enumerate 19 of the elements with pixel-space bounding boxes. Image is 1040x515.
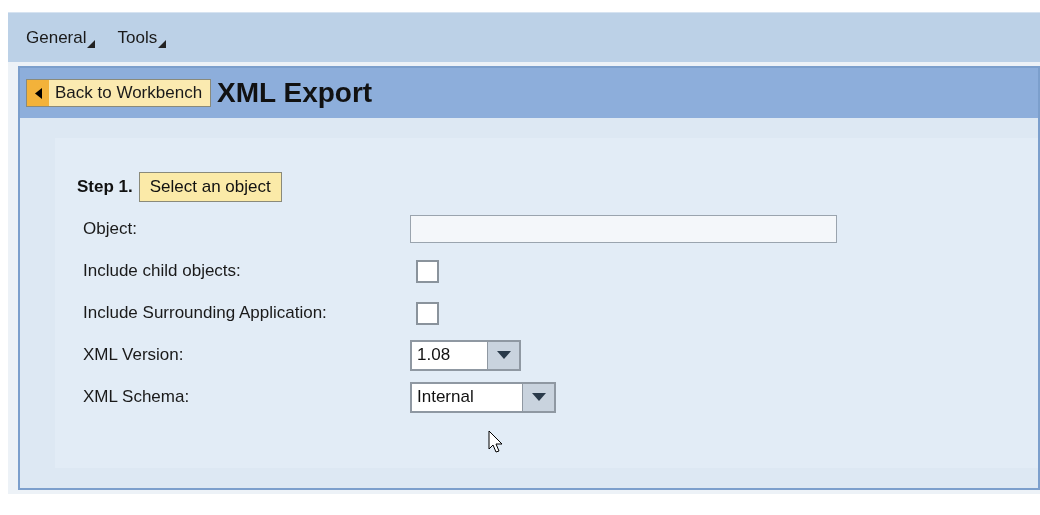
- field-label: XML Schema:: [83, 386, 191, 409]
- mouse-cursor-icon: [488, 430, 504, 454]
- menu-item[interactable]: Tools: [117, 24, 167, 51]
- page-title: XML Export: [217, 76, 373, 110]
- checkbox[interactable]: [416, 301, 439, 325]
- back-button[interactable]: Back to Workbench: [26, 79, 212, 107]
- step-label: Step 1.: [77, 176, 133, 199]
- dropdown[interactable]: 1.08: [410, 339, 521, 371]
- corner-triangle-icon: [158, 40, 167, 49]
- menu-item[interactable]: General: [26, 24, 96, 51]
- field-label: Include Surrounding Application:: [83, 302, 328, 325]
- select-object-button[interactable]: Select an object: [138, 172, 282, 202]
- object-field[interactable]: [410, 215, 837, 243]
- field-label: Include child objects:: [83, 260, 242, 283]
- dropdown[interactable]: Internal: [410, 381, 556, 413]
- corner-triangle-icon: [87, 40, 96, 49]
- checkbox[interactable]: [416, 259, 439, 283]
- field-label: XML Version:: [83, 344, 185, 367]
- field-label: Object:: [83, 218, 138, 241]
